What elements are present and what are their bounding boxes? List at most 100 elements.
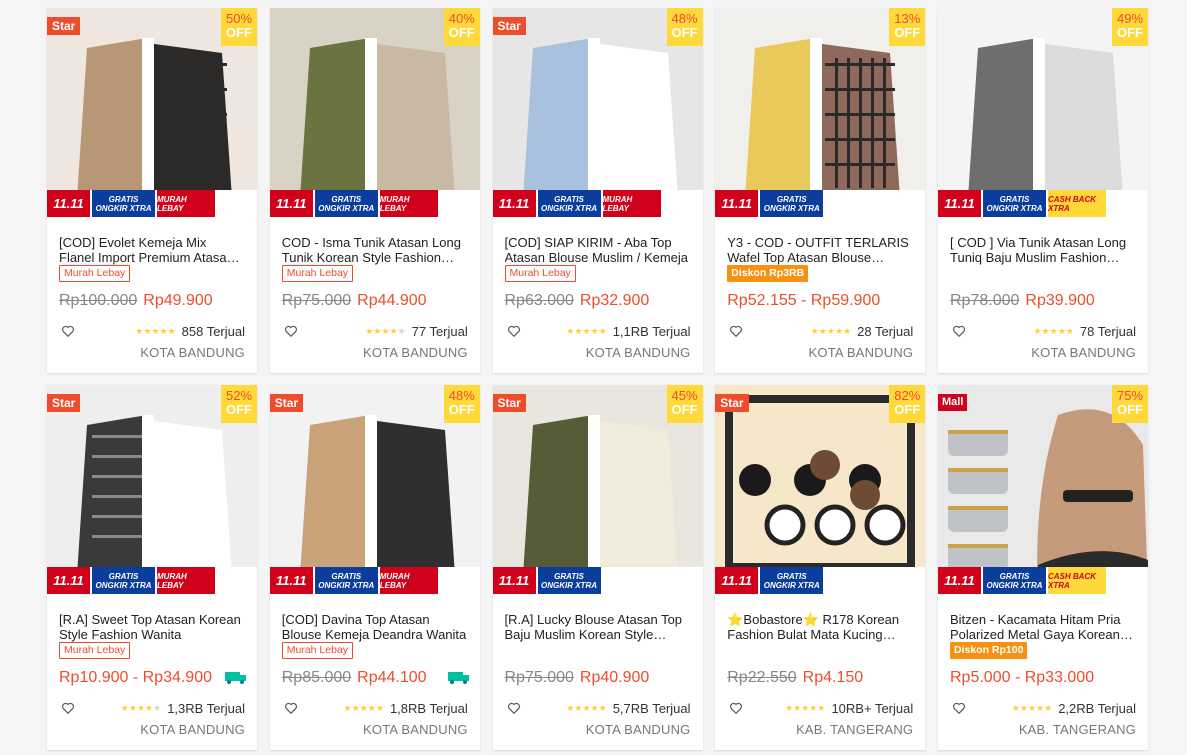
sold-count: 858 Terjual (181, 323, 245, 339)
product-title[interactable]: [R.A] Lucky Blouse Atasan Top Baju Musli… (505, 612, 691, 642)
product-title[interactable]: Bitzen - Kacamata Hitam Pria Polarized M… (950, 612, 1136, 642)
product-thumbnail[interactable]: 49% OFF 11.11 GRATIS ONGKIR XTRA CASH BACK X… (938, 8, 1148, 217)
product-thumbnail[interactable]: Star 45% OFF 11.11 GRATIS ONGKIR XTRA (492, 385, 703, 594)
star-icon: ★ (1011, 702, 1020, 713)
product-title[interactable]: COD - Isma Tunik Atasan Long Tunik Korea… (282, 235, 468, 265)
star-icon: ★ (153, 702, 162, 713)
promo-murah-lebay: MURAH LEBAY (602, 190, 661, 217)
heart-icon[interactable] (284, 701, 298, 715)
promo-gratis-ongkir: GRATIS ONGKIR XTRA (537, 567, 601, 594)
current-price: Rp44.100 (357, 669, 427, 686)
sold-count: 1,1RB Terjual (612, 323, 691, 339)
rating-row: ★★★★★ 2,2RB Terjual (952, 700, 1136, 716)
sold-count: 5,7RB Terjual (612, 700, 691, 716)
product-card[interactable]: Star 45% OFF 11.11 GRATIS ONGKIR XTRA [R.A] L… (492, 385, 703, 750)
current-price: Rp4.150 (802, 669, 864, 686)
promo-strip: 11.11 GRATIS ONGKIR XTRA (492, 567, 703, 594)
product-title[interactable]: [COD] Evolet Kemeja Mix Flanel Import Pr… (59, 235, 245, 265)
heart-icon[interactable] (284, 324, 298, 338)
promo-1111-label: 11.11 (47, 190, 90, 217)
shop-location: KOTA BANDUNG (140, 722, 245, 737)
current-price: Rp52.155 - Rp59.900 (727, 292, 881, 309)
discount-percent: 48% (671, 11, 698, 26)
product-card[interactable]: Star 50% OFF 11.11 GRATIS ONGKIR XTRA MURAH L… (47, 8, 257, 373)
star-badge: Star (715, 394, 749, 412)
sold-count: 2,2RB Terjual (1058, 700, 1136, 716)
promo-gratis-ongkir: GRATIS ONGKIR XTRA (537, 190, 601, 217)
product-card[interactable]: Star 48% OFF 11.11 GRATIS ONGKIR XTRA MURAH L… (269, 385, 480, 750)
product-thumbnail[interactable]: 13% OFF 11.11 GRATIS ONGKIR XTRA (715, 8, 926, 217)
video-play-icon[interactable] (1133, 578, 1142, 590)
product-thumbnail[interactable]: Mall 75% OFF 11.11 GRATIS ONGKIR XTRA CASH BA… (938, 385, 1148, 594)
product-card[interactable]: 49% OFF 11.11 GRATIS ONGKIR XTRA CASH BACK X… (938, 8, 1148, 373)
product-thumbnail[interactable]: Star 48% OFF 11.11 GRATIS ONGKIR XTRA MURAH L… (269, 385, 480, 594)
promo-1111-label: 11.11 (269, 567, 313, 594)
promo-strip: 11.11 GRATIS ONGKIR XTRA (715, 190, 926, 217)
promo-strip: 11.11 GRATIS ONGKIR XTRA CASH BACK XTRA (938, 190, 1148, 217)
discount-badge: 50% OFF (221, 8, 257, 46)
heart-icon[interactable] (952, 701, 966, 715)
discount-off-label: OFF (671, 401, 698, 417)
heart-icon[interactable] (729, 701, 743, 715)
heart-icon[interactable] (507, 701, 521, 715)
star-icon: ★ (826, 325, 835, 336)
heart-icon[interactable] (952, 324, 966, 338)
star-icon: ★ (397, 325, 406, 336)
product-title[interactable]: ⭐Bobastore⭐ R178 Korean Fashion Bulat Ma… (727, 612, 913, 642)
video-play-icon[interactable] (910, 578, 920, 590)
rating-row: ★★★★★ 28 Terjual (729, 323, 913, 339)
original-price: Rp78.000 (950, 292, 1020, 309)
current-price: Rp40.900 (579, 669, 650, 686)
rating-group: ★★★★★ 77 Terjual (365, 324, 468, 339)
price-block: Rp85.000 Rp44.100 (282, 669, 427, 687)
star-icon: ★ (598, 325, 607, 336)
discount-badge: 13% OFF (889, 8, 926, 46)
price-block: Rp5.000 - Rp33.000 (950, 669, 1094, 687)
promo-strip: 11.11 GRATIS ONGKIR XTRA CASH BACK XTRA (938, 567, 1148, 594)
product-card[interactable]: 13% OFF 11.11 GRATIS ONGKIR XTRA Y3 - COD - … (715, 8, 926, 373)
discount-percent: 40% (448, 11, 475, 26)
promo-murah-lebay: MURAH LEBAY (157, 567, 215, 594)
product-title[interactable]: [COD] Davina Top Atasan Blouse Kemeja De… (282, 612, 468, 642)
free-shipping-icon (447, 672, 469, 684)
rating-group: ★★★★★ 10RB+ Terjual (785, 701, 913, 716)
product-thumbnail[interactable]: Star 50% OFF 11.11 GRATIS ONGKIR XTRA MURAH L… (47, 8, 257, 217)
star-rating: ★★★★★ (1033, 326, 1073, 337)
star-icon: ★ (582, 702, 591, 713)
star-icon: ★ (128, 702, 137, 713)
heart-icon[interactable] (729, 324, 743, 338)
promo-gratis-ongkir: GRATIS ONGKIR XTRA (92, 190, 155, 217)
star-icon: ★ (1019, 702, 1028, 713)
product-card[interactable]: 40% OFF 11.11 GRATIS ONGKIR XTRA MURAH LEBAY… (269, 8, 480, 373)
shop-location: KOTA BANDUNG (363, 345, 468, 360)
star-rating: ★★★★★ (135, 326, 175, 337)
product-thumbnail[interactable]: Star 52% OFF 11.11 GRATIS ONGKIR XTRA MURAH L… (47, 385, 257, 594)
star-rating: ★★★★★ (1012, 703, 1052, 714)
discount-percent: 48% (448, 388, 475, 403)
original-price: Rp100.000 (59, 292, 138, 309)
rating-row: ★★★★★ 5,7RB Terjual (507, 700, 691, 716)
star-icon: ★ (582, 325, 591, 336)
product-thumbnail[interactable]: Star 48% OFF 11.11 GRATIS ONGKIR XTRA MURAH L… (492, 8, 703, 217)
original-price: Rp85.000 (281, 669, 352, 686)
rating-row: ★★★★★ 1,3RB Terjual (61, 700, 245, 716)
product-card[interactable]: Mall 75% OFF 11.11 GRATIS ONGKIR XTRA CASH BA… (938, 385, 1148, 750)
free-shipping-icon (225, 672, 246, 684)
product-thumbnail[interactable]: 40% OFF 11.11 GRATIS ONGKIR XTRA MURAH LEBAY (269, 8, 480, 217)
product-thumbnail[interactable]: Star 82% OFF 11.11 GRATIS ONGKIR XTRA (715, 385, 926, 594)
product-title[interactable]: [COD] SIAP KIRIM - Aba Top Atasan Blouse… (505, 235, 691, 265)
product-card[interactable]: Star 48% OFF 11.11 GRATIS ONGKIR XTRA MURAH L… (492, 8, 703, 373)
promo-strip: 11.11 GRATIS ONGKIR XTRA (715, 567, 926, 594)
product-card[interactable]: Star 82% OFF 11.11 GRATIS ONGKIR XTRA ⭐Bobast… (715, 385, 926, 750)
shop-location: KOTA BANDUNG (808, 345, 914, 360)
product-title[interactable]: Y3 - COD - OUTFIT TERLARIS Wafel Top Ata… (727, 235, 913, 265)
heart-icon[interactable] (61, 701, 75, 715)
product-card[interactable]: Star 52% OFF 11.11 GRATIS ONGKIR XTRA MURAH L… (47, 385, 257, 750)
product-title[interactable]: [ COD ] Via Tunik Atasan Long Tuniq Baju… (950, 235, 1136, 265)
heart-icon[interactable] (61, 324, 75, 338)
product-title[interactable]: [R.A] Sweet Top Atasan Korean Style Fash… (59, 612, 245, 642)
heart-icon[interactable] (507, 324, 521, 338)
discount-off-label: OFF (448, 401, 475, 417)
price-block: Rp10.900 - Rp34.900 (59, 669, 212, 687)
rating-row: ★★★★★ 77 Terjual (284, 323, 468, 339)
